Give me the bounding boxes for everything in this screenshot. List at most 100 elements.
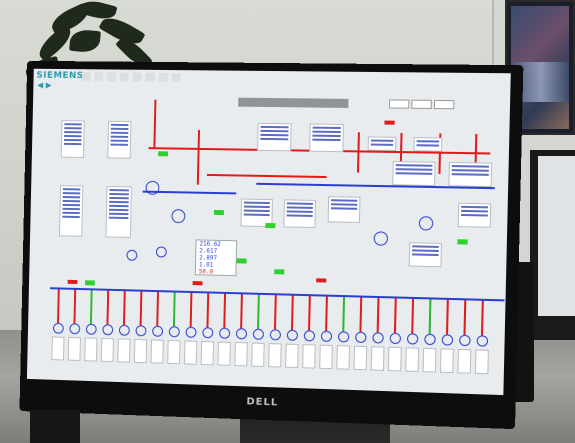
menu-item[interactable] bbox=[119, 72, 130, 82]
feeder-load-icon[interactable] bbox=[118, 324, 130, 336]
scada-screen[interactable]: SIEMENS ◀ ▶ 216.62 2.617 2.897 1.01 50.0 bbox=[26, 68, 511, 396]
main-meter-panel: 216.62 2.617 2.897 1.01 50.0 bbox=[194, 239, 238, 277]
feeder-load-icon[interactable] bbox=[355, 331, 367, 344]
feeder-load-icon[interactable] bbox=[235, 328, 248, 340]
measurement-block bbox=[257, 122, 292, 152]
breaker-closed-indicator[interactable] bbox=[84, 280, 95, 286]
feeder-line bbox=[123, 291, 126, 325]
breaker-closed-indicator[interactable] bbox=[236, 258, 247, 264]
breaker-open-indicator[interactable] bbox=[192, 281, 203, 286]
breaker-closed-indicator[interactable] bbox=[265, 222, 276, 229]
feeder-line bbox=[480, 300, 484, 336]
breaker-open-indicator[interactable] bbox=[67, 279, 78, 285]
feeder-measurement bbox=[353, 345, 368, 371]
speaker-left bbox=[30, 410, 80, 443]
feeder-line bbox=[73, 289, 76, 324]
feeder-measurement bbox=[336, 345, 351, 370]
feeder-load-icon[interactable] bbox=[320, 330, 333, 343]
feeder-measurement bbox=[422, 347, 437, 373]
generator-icon[interactable] bbox=[155, 246, 167, 258]
transformer-icon[interactable] bbox=[373, 231, 389, 246]
feeder-line bbox=[89, 290, 93, 324]
feeder-measurement bbox=[117, 338, 131, 363]
feeder-line bbox=[428, 299, 431, 334]
feeder-measurement bbox=[302, 344, 316, 369]
feeder-line bbox=[189, 292, 192, 327]
feeder-load-icon[interactable] bbox=[459, 334, 471, 347]
feeder-measurement bbox=[405, 347, 420, 372]
feeder-line bbox=[376, 297, 379, 333]
feeder-load-icon[interactable] bbox=[286, 329, 299, 341]
feeder-load-icon[interactable] bbox=[424, 333, 436, 346]
feeder-line bbox=[223, 293, 226, 328]
measurement-block bbox=[448, 161, 493, 188]
feeder-load-icon[interactable] bbox=[135, 325, 147, 337]
feeder-measurement bbox=[51, 336, 65, 361]
measurement-block bbox=[392, 161, 436, 187]
breaker-closed-indicator[interactable] bbox=[158, 151, 169, 157]
feeder-load-icon[interactable] bbox=[441, 334, 454, 346]
feeder-load-icon[interactable] bbox=[52, 322, 64, 334]
toolbar-button[interactable] bbox=[388, 99, 410, 109]
breaker-open-indicator[interactable] bbox=[384, 120, 395, 125]
feeder-load-icon[interactable] bbox=[69, 323, 81, 335]
feeder-measurement bbox=[474, 349, 489, 375]
breaker-open-indicator[interactable] bbox=[316, 278, 327, 283]
feeder-line bbox=[57, 289, 60, 323]
feeder-load-icon[interactable] bbox=[219, 327, 231, 339]
transformer-icon[interactable] bbox=[171, 209, 186, 224]
menu-item[interactable] bbox=[81, 72, 91, 82]
feeder-load-icon[interactable] bbox=[269, 329, 281, 341]
feeder-load-icon[interactable] bbox=[389, 332, 402, 345]
feeder-line bbox=[446, 299, 449, 335]
feeder-measurement bbox=[387, 346, 402, 372]
measurement-block bbox=[60, 120, 85, 158]
menu-bar[interactable] bbox=[81, 72, 181, 83]
toolbar-button[interactable] bbox=[411, 99, 432, 109]
feeder-line bbox=[273, 295, 277, 330]
feeder-load-icon[interactable] bbox=[152, 325, 164, 337]
feeder-load-icon[interactable] bbox=[85, 323, 97, 335]
menu-item[interactable] bbox=[132, 72, 142, 82]
feeder-line bbox=[325, 296, 328, 331]
feeder-line bbox=[342, 297, 345, 332]
feeder-load-icon[interactable] bbox=[476, 335, 489, 347]
breaker-closed-indicator[interactable] bbox=[274, 269, 285, 275]
meter-value: 50.0 bbox=[198, 268, 214, 276]
generator-icon[interactable] bbox=[126, 249, 138, 261]
feeder-measurement bbox=[133, 338, 148, 364]
feeder-load-icon[interactable] bbox=[372, 332, 384, 344]
menu-item[interactable] bbox=[171, 73, 181, 83]
feeder-measurement bbox=[285, 343, 299, 369]
feeder-load-icon[interactable] bbox=[202, 327, 214, 339]
feeder-load-icon[interactable] bbox=[303, 330, 316, 342]
menu-item[interactable] bbox=[94, 72, 104, 82]
feeder-line bbox=[359, 297, 362, 332]
breaker-closed-indicator[interactable] bbox=[213, 209, 224, 216]
busbar-low-voltage bbox=[50, 287, 505, 302]
toolbar-button[interactable] bbox=[433, 99, 455, 110]
feeder-measurement bbox=[67, 336, 81, 361]
feeder-measurement bbox=[183, 340, 198, 365]
transformer-icon[interactable] bbox=[418, 216, 434, 231]
feeder-line bbox=[240, 294, 243, 329]
feeder-line bbox=[172, 292, 176, 327]
menu-item[interactable] bbox=[107, 72, 117, 82]
measurement-block bbox=[408, 242, 442, 268]
nav-arrows-icon[interactable]: ◀ ▶ bbox=[37, 81, 52, 90]
feeder-line bbox=[257, 294, 260, 329]
feeder-load-icon[interactable] bbox=[252, 328, 265, 340]
feeder-load-icon[interactable] bbox=[406, 333, 419, 345]
feeder-load-icon[interactable] bbox=[168, 326, 180, 338]
feeder-measurement bbox=[439, 348, 454, 374]
menu-item[interactable] bbox=[145, 72, 155, 82]
busbar-high-voltage bbox=[206, 173, 327, 179]
feeder-measurement bbox=[251, 342, 265, 367]
feeder-load-icon[interactable] bbox=[102, 324, 114, 336]
measurement-block bbox=[105, 186, 132, 238]
feeder-line bbox=[411, 298, 414, 334]
feeder-load-icon[interactable] bbox=[337, 331, 350, 343]
breaker-closed-indicator[interactable] bbox=[457, 239, 468, 245]
menu-item[interactable] bbox=[158, 72, 168, 82]
feeder-load-icon[interactable] bbox=[185, 326, 197, 338]
